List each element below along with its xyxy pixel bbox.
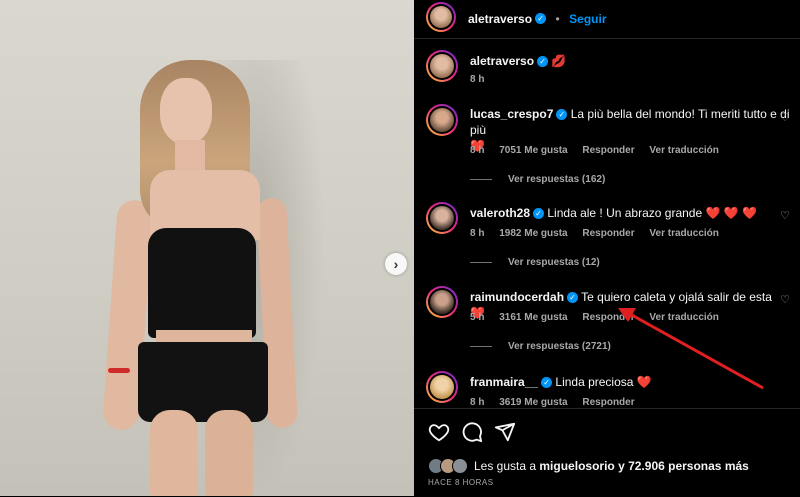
comment-username[interactable]: raimundocerdah [470,290,564,304]
comment-likes[interactable]: 3161 Me gusta [499,312,567,323]
photo-face [160,78,212,144]
post-header: aletraverso ✓ • Seguir [414,0,800,39]
heart-icon[interactable] [428,421,450,443]
like-comment-icon[interactable]: ♡ [780,293,790,306]
post-side-panel: aletraverso ✓ • Seguir aletraverso ✓ 💋 8 h… [414,0,800,497]
reply-button[interactable]: Responder [582,145,634,156]
comment-likes[interactable]: 7051 Me gusta [499,145,567,156]
view-replies-label: Ver respuestas (12) [508,257,600,268]
replies-line [470,179,492,180]
comment-username[interactable]: valeroth28 [470,206,530,220]
comment-username[interactable]: lucas_crespo7 [470,107,553,121]
comment-time: 8 h [470,228,485,239]
likes-user[interactable]: miguelosorio [539,459,614,473]
caption-text: aletraverso ✓ 💋 [470,53,790,69]
comment-icon[interactable] [461,421,483,443]
likes-prefix: Les gusta a [474,459,537,473]
caption-time: 8 h [470,74,485,85]
header-row: aletraverso ✓ • Seguir [468,10,607,28]
header-dot-separator: • [555,12,560,26]
comment-avatar[interactable] [426,286,458,318]
translate-button[interactable]: Ver traducción [649,312,718,323]
like-comment-icon[interactable]: ♡ [780,111,790,124]
heart-emoji: ❤️ ❤️ ❤️ [705,206,758,220]
comment-avatar[interactable] [426,104,458,136]
comment-meta: 5 h 3161 Me gusta Responder Ver traducci… [470,312,731,323]
translate-button[interactable]: Ver traducción [649,145,718,156]
heart-emoji: ❤️ [636,375,652,389]
comment-body: valeroth28 ✓ Linda ale ! Un abrazo grande… [470,205,790,221]
comment-meta: 8 h 3619 Me gusta Responder [470,397,647,408]
reply-button[interactable]: Responder [582,228,634,239]
verified-icon: ✓ [537,56,549,68]
post-timestamp: HACE 8 HORAS [428,478,494,487]
reply-button[interactable]: Responder [582,397,634,408]
comment-avatar[interactable] [426,371,458,403]
view-replies-label: Ver respuestas (2721) [508,341,611,352]
photo-leg-left [150,410,198,496]
comment-text: Te quiero caleta y ojalá salir de esta [581,290,772,304]
comment-text: Linda ale ! Un abrazo grande [547,206,703,220]
kiss-emoji: 💋 [551,54,567,68]
caption-author-avatar[interactable] [426,50,458,82]
verified-icon: ✓ [556,109,568,121]
photo-leg-right [205,410,253,496]
post-photo[interactable] [0,0,414,496]
view-replies-label: Ver respuestas (162) [508,174,606,185]
comment-time: 8 h [470,145,485,156]
reply-button[interactable]: Responder [582,312,634,323]
follow-button[interactable]: Seguir [569,12,606,26]
chevron-right-icon: › [393,256,399,272]
verified-icon: ✓ [533,208,545,220]
likes-summary[interactable]: Les gusta a miguelosorio y 72.906 person… [428,458,749,474]
verified-icon: ✓ [541,377,553,389]
comment-item: lucas_crespo7 ✓ La più bella del mondo! T… [414,103,800,193]
caption-meta: 8 h [470,74,496,85]
replies-line [470,346,492,347]
comment-item: franmaira__ ✓ Linda preciosa ❤️ 8 h 3619 … [414,370,800,410]
comment-item: valeroth28 ✓ Linda ale ! Un abrazo grande… [414,201,800,276]
comment-time: 5 h [470,312,485,323]
view-replies-button[interactable]: Ver respuestas (2721) [470,341,611,352]
likes-suffix: y 72.906 personas más [618,459,749,473]
comment-username[interactable]: franmaira__ [470,375,538,389]
comment-item: raimundocerdah ✓ Te quiero caleta y ojalá… [414,285,800,360]
view-replies-button[interactable]: Ver respuestas (162) [470,174,605,185]
author-username[interactable]: aletraverso [468,12,532,26]
comment-avatar[interactable] [426,202,458,234]
verified-icon: ✓ [567,292,579,304]
comment-likes[interactable]: 1982 Me gusta [499,228,567,239]
comment-meta: 8 h 1982 Me gusta Responder Ver traducci… [470,228,731,239]
photo-skirt [138,342,268,422]
verified-icon: ✓ [535,13,547,25]
like-comment-icon[interactable]: ♡ [780,209,790,222]
translate-button[interactable]: Ver traducción [649,228,718,239]
send-icon[interactable] [494,421,516,443]
caption-username[interactable]: aletraverso [470,54,534,68]
comment-likes[interactable]: 3619 Me gusta [499,397,567,408]
comment-text: Linda preciosa [555,375,634,389]
photo-corset-top [148,228,256,338]
next-photo-button[interactable]: › [385,253,407,275]
author-avatar[interactable] [426,2,456,32]
instagram-post-view: › aletraverso ✓ • Seguir aletraverso ✓ 💋 8… [0,0,800,497]
comment-body: franmaira__ ✓ Linda preciosa ❤️ [470,374,790,390]
comment-meta: 8 h 7051 Me gusta Responder Ver traducci… [470,145,731,156]
comment-time: 8 h [470,397,485,408]
view-replies-button[interactable]: Ver respuestas (12) [470,257,600,268]
replies-line [470,262,492,263]
photo-bracelet [108,368,130,373]
liker-avatar [452,458,468,474]
post-caption: aletraverso ✓ 💋 8 h [414,48,800,88]
